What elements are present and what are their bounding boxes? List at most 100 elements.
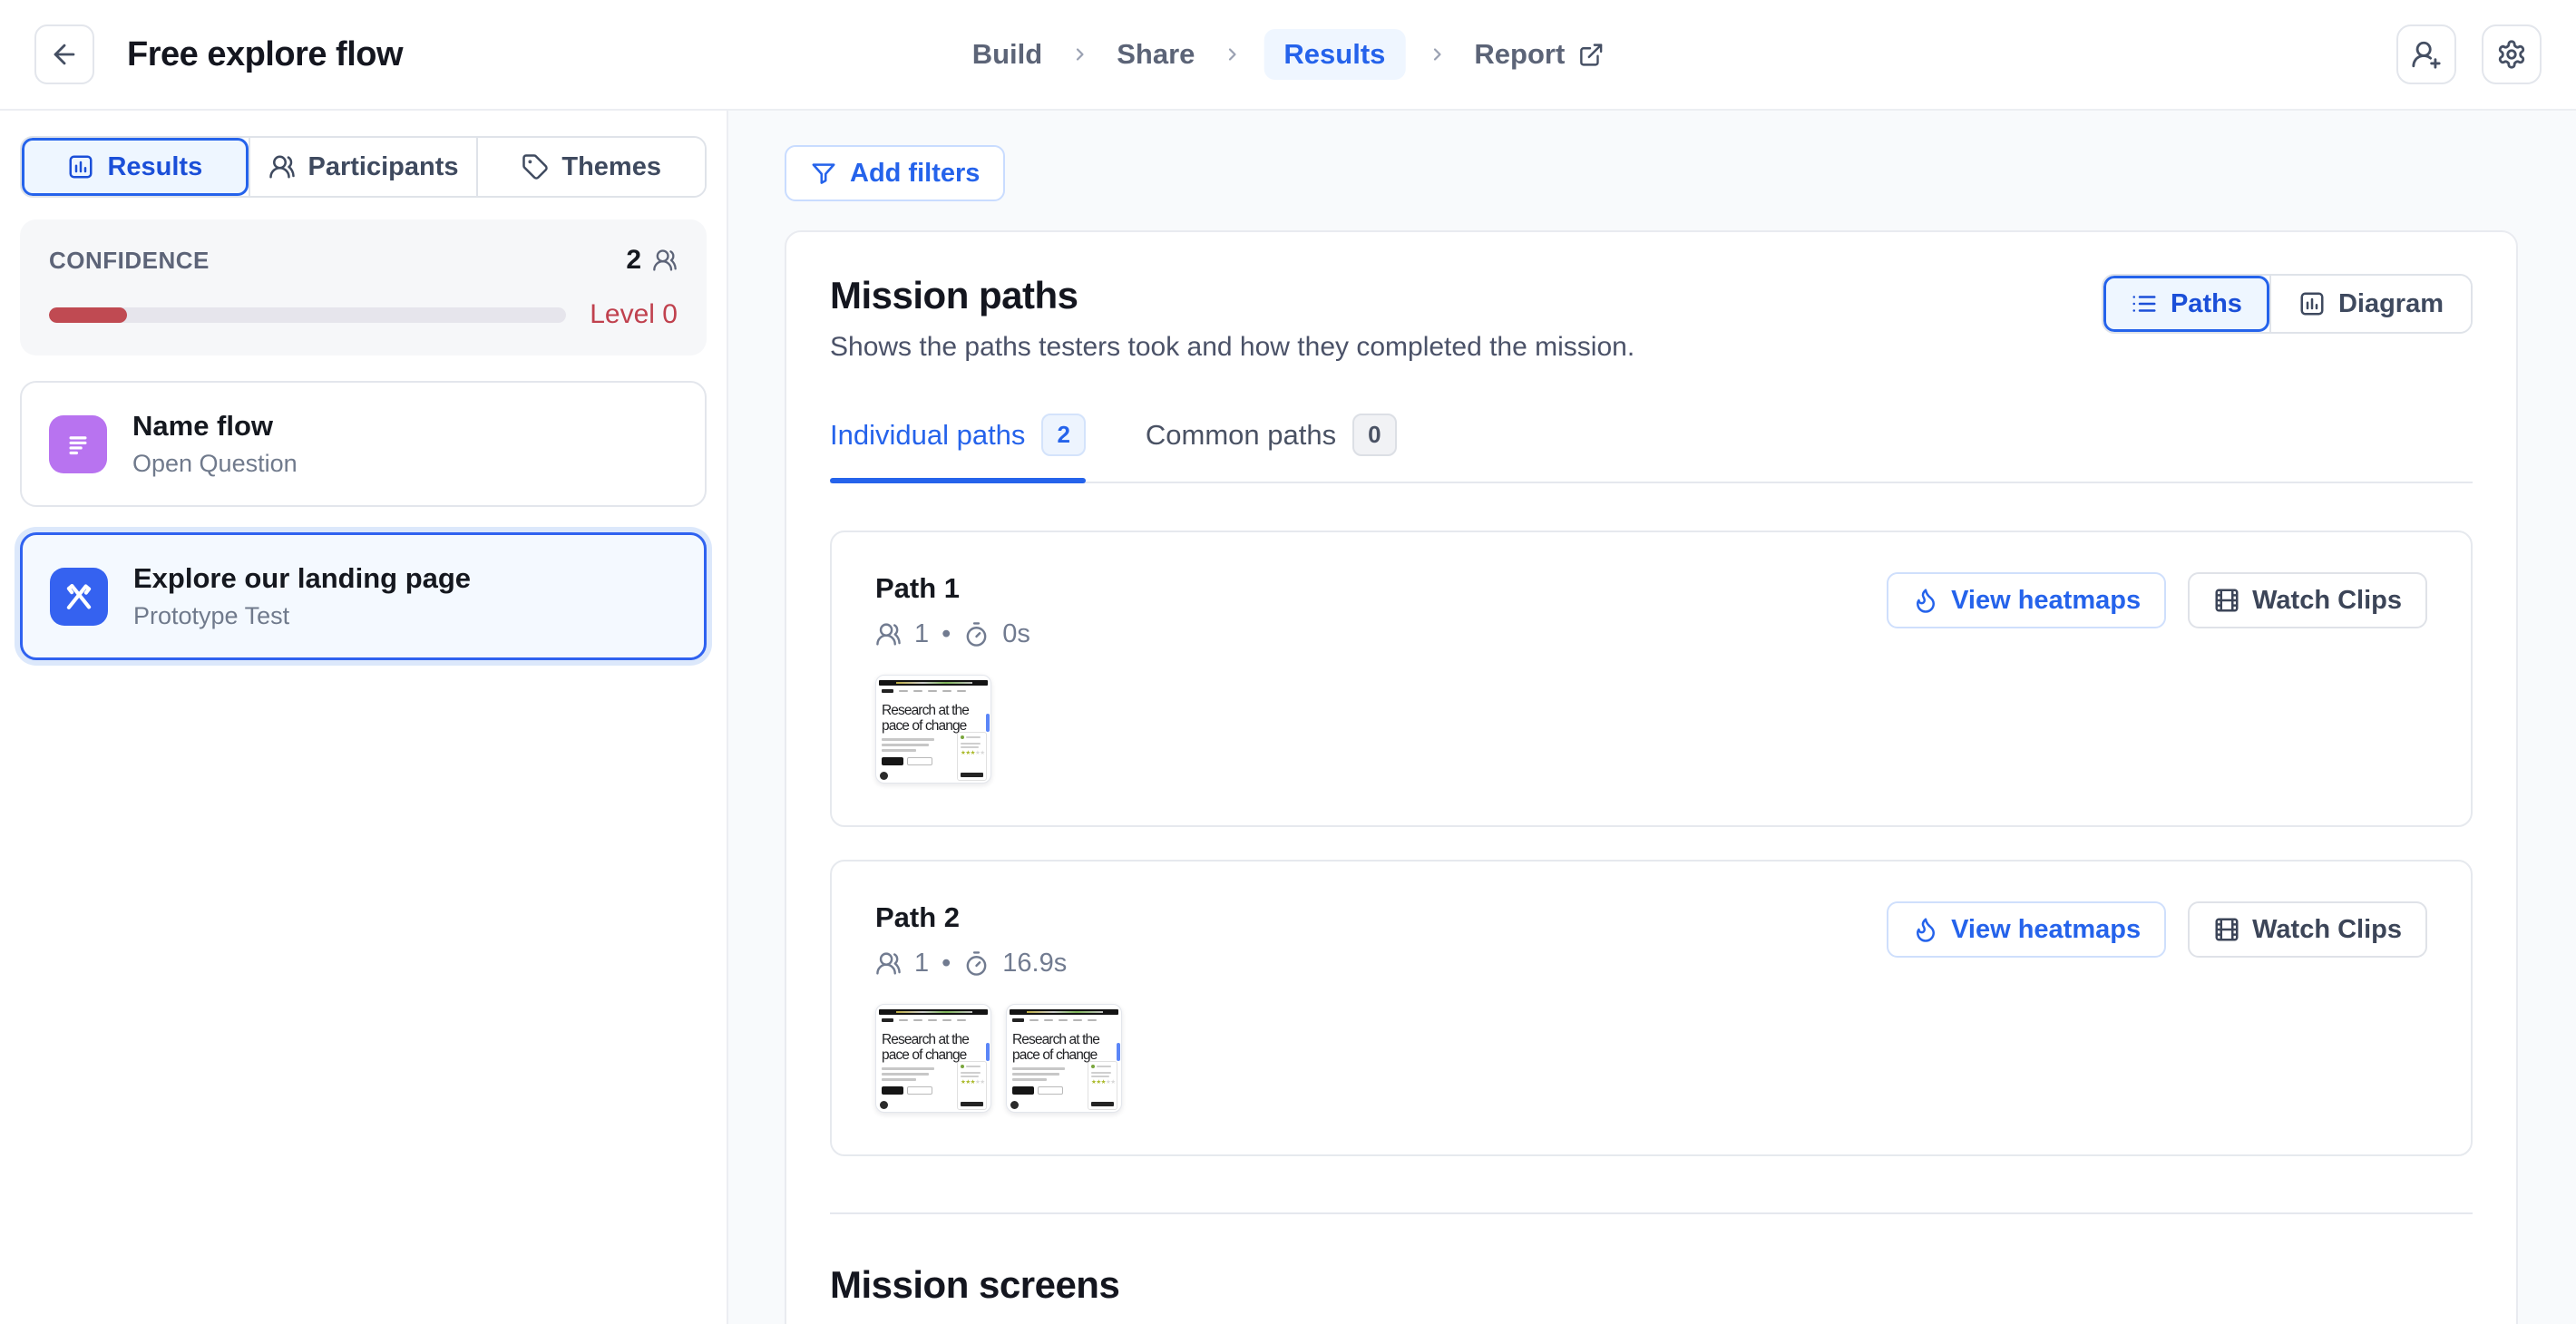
stopwatch-icon: [963, 950, 990, 977]
thumb-scrollbar: [986, 714, 990, 732]
arrow-left-icon: [49, 39, 80, 70]
path-screen-thumbnail[interactable]: Research at the pace of change ★★★★★: [875, 1004, 991, 1113]
view-heatmaps-button[interactable]: View heatmaps: [1887, 901, 2166, 958]
open-question-icon: [49, 415, 107, 473]
thumb-star-rating: ★★★★★: [961, 1080, 983, 1086]
settings-button[interactable]: [2482, 24, 2542, 84]
thumb-primary-button: [882, 757, 903, 765]
watch-clips-button[interactable]: Watch Clips: [2188, 901, 2427, 958]
people-icon: [652, 248, 678, 273]
mission-paths-header: Mission paths Shows the paths testers to…: [830, 274, 1634, 363]
breadcrumb-report[interactable]: Report: [1469, 29, 1609, 80]
external-link-icon: [1577, 42, 1604, 68]
bar-chart-icon: [67, 153, 94, 180]
tab-label: Individual paths: [830, 419, 1025, 452]
path-screens: Research at the pace of change ★★★★★: [875, 675, 2427, 784]
header-actions: [2396, 24, 2542, 84]
back-button[interactable]: [34, 24, 94, 84]
view-toggle-paths[interactable]: Paths: [2103, 276, 2269, 332]
path-testers-count: 1: [914, 949, 929, 978]
thumb-nav: [882, 689, 983, 693]
block-card-text: Explore our landing page Prototype Test: [133, 562, 471, 630]
thumb-scrollbar: [1117, 1043, 1120, 1061]
confidence-card: CONFIDENCE 2 Level 0: [20, 219, 707, 355]
watch-clips-label: Watch Clips: [2252, 586, 2402, 616]
thumb-logo: [882, 689, 893, 693]
list-icon: [2131, 290, 2158, 317]
block-card-explore-landing-page[interactable]: Explore our landing page Prototype Test: [20, 532, 707, 660]
thumb-banner: [879, 1009, 988, 1015]
thumb-review-card: ★★★★★: [957, 732, 987, 781]
sidebar-tab-group: Results Participants Themes: [20, 136, 707, 198]
film-icon: [2213, 587, 2240, 614]
thumb-star-rating: ★★★★★: [961, 751, 983, 757]
view-heatmaps-label: View heatmaps: [1951, 586, 2141, 616]
confidence-progress-fill: [49, 307, 127, 323]
path-duration: 16.9s: [1002, 949, 1067, 978]
chevron-right-icon: [1222, 44, 1242, 64]
bar-chart-icon: [2298, 290, 2326, 317]
path-card-2: Path 2 1 • 16.9s: [830, 860, 2473, 1156]
view-toggle-diagram[interactable]: Diagram: [2269, 276, 2471, 332]
path-actions: View heatmaps Watch Clips: [1887, 901, 2427, 958]
thumb-primary-button: [1012, 1086, 1034, 1095]
watch-clips-label: Watch Clips: [2252, 915, 2402, 945]
watch-clips-button[interactable]: Watch Clips: [2188, 572, 2427, 628]
tab-count-badge: 2: [1041, 414, 1085, 456]
path-duration: 0s: [1002, 619, 1030, 649]
block-card-text: Name flow Open Question: [132, 410, 298, 478]
confidence-label: CONFIDENCE: [49, 247, 210, 275]
breadcrumb: Build Share Results Report: [967, 29, 1610, 80]
invite-user-button[interactable]: [2396, 24, 2456, 84]
tab-individual-paths[interactable]: Individual paths 2: [830, 414, 1086, 482]
filter-funnel-icon: [810, 160, 837, 187]
thumb-logo: [1012, 1018, 1024, 1022]
sidebar-tab-results[interactable]: Results: [22, 138, 249, 196]
add-filters-button[interactable]: Add filters: [785, 145, 1005, 201]
page-title: Free explore flow: [127, 35, 403, 74]
view-heatmaps-label: View heatmaps: [1951, 915, 2141, 945]
tab-common-paths[interactable]: Common paths 0: [1146, 414, 1397, 482]
flame-icon: [1912, 587, 1939, 614]
path-screen-thumbnail[interactable]: Research at the pace of change ★★★★★: [1006, 1004, 1122, 1113]
thumb-secondary-button: [907, 757, 932, 765]
thumb-star-rating: ★★★★★: [1091, 1080, 1114, 1086]
add-filters-label: Add filters: [850, 159, 980, 189]
thumb-secondary-button: [907, 1086, 932, 1095]
user-plus-icon: [2411, 39, 2442, 70]
view-toggle-label: Paths: [2171, 289, 2242, 319]
mission-paths-panel: Mission paths Shows the paths testers to…: [785, 230, 2518, 1324]
film-icon: [2213, 916, 2240, 943]
sidebar-tab-label: Participants: [308, 152, 459, 182]
thumb-scrollbar: [986, 1043, 990, 1061]
path-screen-thumbnail[interactable]: Research at the pace of change ★★★★★: [875, 675, 991, 784]
stopwatch-icon: [963, 621, 990, 647]
block-card-name-flow[interactable]: Name flow Open Question: [20, 381, 707, 507]
breadcrumb-share[interactable]: Share: [1111, 29, 1200, 80]
paths-tabs: Individual paths 2 Common paths 0: [830, 414, 2473, 483]
top-header: Free explore flow Build Share Results Re…: [0, 0, 2576, 111]
view-toggle-label: Diagram: [2338, 289, 2444, 319]
prototype-test-icon: [50, 568, 108, 626]
people-icon: [875, 621, 902, 647]
sidebar-tab-label: Themes: [561, 152, 661, 182]
meta-separator: •: [942, 619, 951, 649]
tab-label: Common paths: [1146, 419, 1336, 452]
breadcrumb-build[interactable]: Build: [967, 29, 1049, 80]
block-subtitle: Prototype Test: [133, 602, 471, 630]
chevron-right-icon: [1069, 44, 1089, 64]
thumb-secondary-button: [1038, 1086, 1063, 1095]
view-heatmaps-button[interactable]: View heatmaps: [1887, 572, 2166, 628]
tag-icon: [522, 153, 549, 180]
tab-count-badge: 0: [1352, 414, 1396, 456]
sidebar-tab-participants[interactable]: Participants: [249, 138, 477, 196]
confidence-participants: 2: [626, 245, 678, 276]
app-root: Free explore flow Build Share Results Re…: [0, 0, 2576, 1324]
path-testers-count: 1: [914, 619, 929, 649]
confidence-level: Level 0: [590, 299, 678, 330]
breadcrumb-results[interactable]: Results: [1264, 29, 1405, 80]
people-icon: [875, 950, 902, 977]
block-title: Name flow: [132, 410, 298, 443]
sidebar-tab-themes[interactable]: Themes: [476, 138, 705, 196]
thumb-cookie-badge: [880, 1101, 888, 1109]
